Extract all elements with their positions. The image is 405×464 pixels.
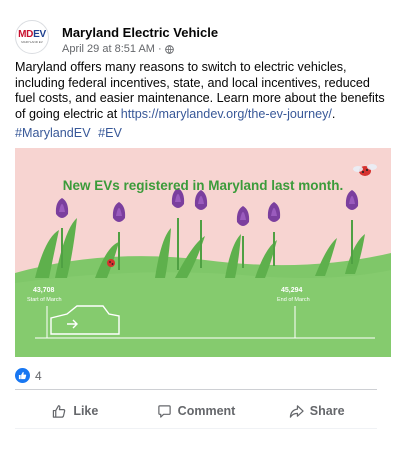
share-label: Share <box>309 404 345 418</box>
meta-separator: · <box>157 43 162 55</box>
like-button[interactable]: Like <box>15 396 136 426</box>
comment-label: Comment <box>177 404 236 418</box>
post-meta: April 29 at 8:51 AM · <box>62 43 174 55</box>
post-image[interactable]: New EVs registered in Maryland last mont… <box>15 148 391 357</box>
hashtag-link[interactable]: #MarylandEV <box>15 126 91 140</box>
post-body: Maryland offers many reasons to switch t… <box>15 60 387 122</box>
divider <box>15 428 377 429</box>
thumbs-up-outline-icon <box>53 404 66 418</box>
post-link[interactable]: https://marylandev.org/the-ev-journey/ <box>121 107 332 121</box>
comment-button[interactable]: Comment <box>136 396 257 426</box>
hashtag-link[interactable]: #EV <box>98 126 122 140</box>
avatar-tagline: MARYLAND EV <box>21 40 43 44</box>
facebook-post: MDEV MARYLAND EV Maryland Electric Vehic… <box>15 18 391 418</box>
avatar-logo: MDEV <box>18 29 46 40</box>
thumbs-up-icon <box>15 368 30 383</box>
page-avatar[interactable]: MDEV MARYLAND EV <box>15 20 49 54</box>
share-button[interactable]: Share <box>256 396 377 426</box>
start-value: 43,708 <box>33 287 55 294</box>
infographic: New EVs registered in Maryland last mont… <box>15 148 391 357</box>
end-label: End of March <box>277 297 310 303</box>
comment-icon <box>157 404 171 418</box>
globe-icon[interactable] <box>164 44 174 54</box>
share-icon <box>289 404 304 418</box>
reaction-summary[interactable]: 4 <box>15 368 42 383</box>
end-value: 45,294 <box>281 287 303 294</box>
infographic-headline: New EVs registered in Maryland last mont… <box>63 178 344 193</box>
ladybug-icon <box>107 259 115 267</box>
post-body-end: . <box>331 106 336 121</box>
post-header: MDEV MARYLAND EV Maryland Electric Vehic… <box>15 18 391 55</box>
reaction-count: 4 <box>35 368 42 383</box>
start-label: Start of March <box>27 297 62 303</box>
post-timestamp[interactable]: April 29 at 8:51 AM <box>62 43 155 55</box>
action-bar: Like Comment Share <box>15 396 377 426</box>
page-name-link[interactable]: Maryland Electric Vehicle <box>62 25 218 40</box>
hashtag-list: #MarylandEV #EV <box>15 126 126 140</box>
divider <box>15 389 377 390</box>
like-label: Like <box>73 404 99 418</box>
